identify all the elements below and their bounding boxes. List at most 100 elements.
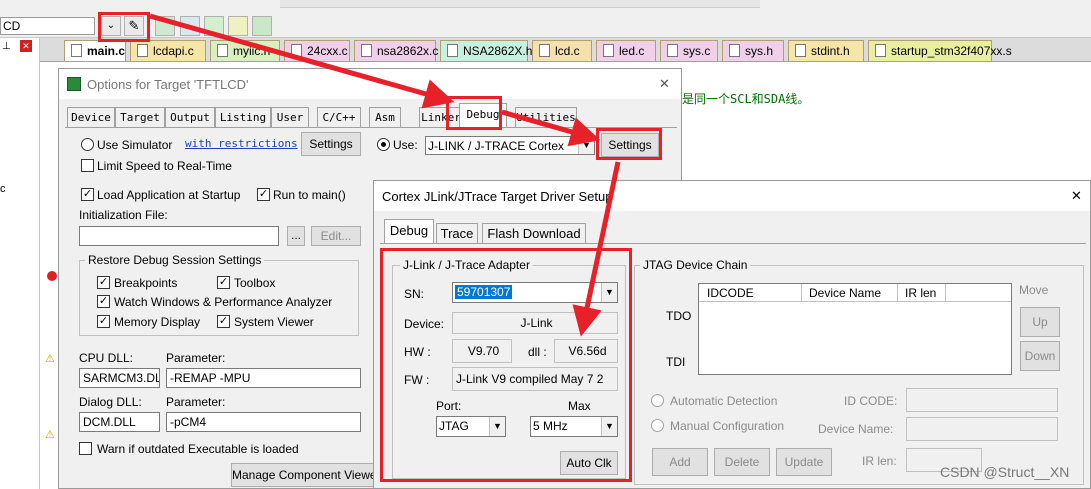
tab-trace[interactable]: Trace xyxy=(436,223,478,243)
simulator-settings-button[interactable]: Settings xyxy=(301,132,361,156)
toolbar-top-strip xyxy=(280,0,760,8)
file-tab[interactable]: main.c xyxy=(64,40,126,61)
dialog-dll-input[interactable]: DCM.DLL xyxy=(79,412,160,432)
col-idcode[interactable]: IDCODE xyxy=(707,286,754,300)
ide-toolbar: CD ⌄ ✎ xyxy=(0,0,1091,38)
init-file-input[interactable] xyxy=(79,226,279,246)
tab-debug-driver[interactable]: Debug xyxy=(384,219,434,243)
load-app-label: Load Application at Startup xyxy=(97,188,241,202)
run-to-main-checkbox[interactable]: ✓ xyxy=(257,188,270,201)
jtag-device-table[interactable]: IDCODE Device Name IR len xyxy=(698,283,1012,375)
driver-tab-panel-border xyxy=(380,243,1086,244)
file-tab-strip: main.c lcdapi.c myiic.h 24cxx.c nsa2862x.c NS… xyxy=(40,38,1091,62)
update-button[interactable]: Update xyxy=(776,448,832,476)
id-code-label: ID CODE: xyxy=(844,394,898,408)
toolbox-checkbox[interactable]: ✓ xyxy=(217,276,230,289)
build-icon[interactable] xyxy=(252,16,272,36)
cpu-dll-label: CPU DLL: xyxy=(79,351,134,365)
close-icon[interactable]: ✕ xyxy=(659,76,670,92)
file-tab[interactable]: startup_stm32f407xx.s xyxy=(868,40,1012,61)
breakpoints-label: Breakpoints xyxy=(114,276,178,290)
warn-outdated-label: Warn if outdated Executable is loaded xyxy=(97,442,299,456)
file-tab-label: lcd.c xyxy=(555,44,580,58)
with-restrictions-link[interactable]: with restrictions xyxy=(185,137,298,150)
file-tab-label: led.c xyxy=(619,44,645,58)
add-button[interactable]: Add xyxy=(652,448,708,476)
file-tab[interactable]: NSA2862X.h xyxy=(440,40,532,61)
file-icon xyxy=(667,44,678,57)
file-tab[interactable]: led.c xyxy=(596,40,656,61)
dialog-param-input[interactable]: -pCM4 xyxy=(166,412,361,432)
options-dialog-title: Options for Target 'TFTLCD' xyxy=(87,77,249,92)
use-debugger-radio[interactable] xyxy=(377,138,390,151)
delete-button[interactable]: Delete xyxy=(714,448,770,476)
use-simulator-radio[interactable] xyxy=(81,138,94,151)
auto-detection-radio[interactable] xyxy=(651,394,664,407)
breakpoint-icon xyxy=(47,271,57,281)
tree-fragment: c xyxy=(0,183,6,195)
file-tab[interactable]: lcdapi.c xyxy=(130,40,206,61)
debugger-select[interactable]: J-LINK / J-TRACE Cortex ▼ xyxy=(425,136,595,155)
system-viewer-label: System Viewer xyxy=(234,315,314,329)
col-ir-len[interactable]: IR len xyxy=(905,286,936,300)
cpu-param-input[interactable]: -REMAP -MPU xyxy=(166,368,361,388)
file-icon xyxy=(361,44,372,57)
auto-detection-label: Automatic Detection xyxy=(670,394,778,408)
use-label: Use: xyxy=(393,138,418,152)
file-tab[interactable]: lcd.c xyxy=(532,40,592,61)
manage-run-time-icon[interactable] xyxy=(180,16,200,36)
file-tab[interactable]: 24cxx.c xyxy=(284,40,350,61)
file-tab[interactable]: myiic.h xyxy=(210,40,280,61)
run-to-main-label: Run to main() xyxy=(273,188,346,202)
select-packs-icon[interactable] xyxy=(228,16,248,36)
move-down-button[interactable]: Down xyxy=(1020,341,1060,371)
file-tab-label: 24cxx.c xyxy=(307,44,348,58)
driver-dialog-title: Cortex JLink/JTrace Target Driver Setup xyxy=(382,189,613,204)
file-extensions-icon[interactable] xyxy=(155,16,175,36)
close-icon[interactable]: ✕ xyxy=(1071,188,1082,204)
browse-button[interactable]: ... xyxy=(287,226,305,246)
file-icon xyxy=(217,44,228,57)
warning-icon: ⚠ xyxy=(45,353,55,365)
system-viewer-checkbox[interactable]: ✓ xyxy=(217,315,230,328)
file-tab[interactable]: nsa2862x.c xyxy=(354,40,438,61)
file-tab[interactable]: stdint.h xyxy=(788,40,864,61)
manual-config-radio[interactable] xyxy=(651,419,664,432)
watermark: CSDN @Struct__XN xyxy=(940,464,1070,480)
move-up-button[interactable]: Up xyxy=(1020,307,1060,337)
memory-display-checkbox[interactable]: ✓ xyxy=(97,315,110,328)
tab-output[interactable]: Output xyxy=(165,107,215,127)
col-device-name[interactable]: Device Name xyxy=(809,286,881,300)
file-icon xyxy=(539,44,550,57)
tab-utilities[interactable]: Utilities xyxy=(515,107,577,127)
tab-device[interactable]: Device xyxy=(67,107,115,127)
file-tab[interactable]: sys.c xyxy=(660,40,718,61)
manage-component-button[interactable]: Manage Component Viewer xyxy=(231,463,381,487)
pack-installer-icon[interactable] xyxy=(204,16,224,36)
target-combo[interactable]: CD xyxy=(0,17,95,35)
tab-user[interactable]: User xyxy=(271,107,309,127)
breakpoints-checkbox[interactable]: ✓ xyxy=(97,276,110,289)
ir-len-label: IR len: xyxy=(862,454,897,468)
warn-outdated-checkbox[interactable] xyxy=(79,442,92,455)
file-tab[interactable]: sys.h xyxy=(722,40,784,61)
edit-button[interactable]: Edit... xyxy=(311,226,361,246)
file-tab-label: sys.h xyxy=(745,44,774,58)
cpu-dll-input[interactable]: SARMCM3.DLL xyxy=(79,368,160,388)
device-name-label: Device Name: xyxy=(818,422,894,436)
tab-target[interactable]: Target xyxy=(115,107,165,127)
tab-c-cpp[interactable]: C/C++ xyxy=(317,107,361,127)
tab-listing[interactable]: Listing xyxy=(215,107,271,127)
limit-speed-checkbox[interactable] xyxy=(81,159,94,172)
pin-icon[interactable]: ⊥ xyxy=(2,41,11,52)
keil-app-icon xyxy=(67,77,81,91)
panel-close-icon[interactable]: ✕ xyxy=(20,40,32,52)
load-app-checkbox[interactable]: ✓ xyxy=(81,188,94,201)
file-icon xyxy=(729,44,740,57)
highlight-debug-tab xyxy=(446,96,502,130)
dialog-param-label: Parameter: xyxy=(166,395,226,409)
tab-flash-download[interactable]: Flash Download xyxy=(482,223,586,243)
move-label: Move xyxy=(1019,283,1049,297)
tab-asm[interactable]: Asm xyxy=(369,107,401,127)
watch-windows-checkbox[interactable]: ✓ xyxy=(97,295,110,308)
